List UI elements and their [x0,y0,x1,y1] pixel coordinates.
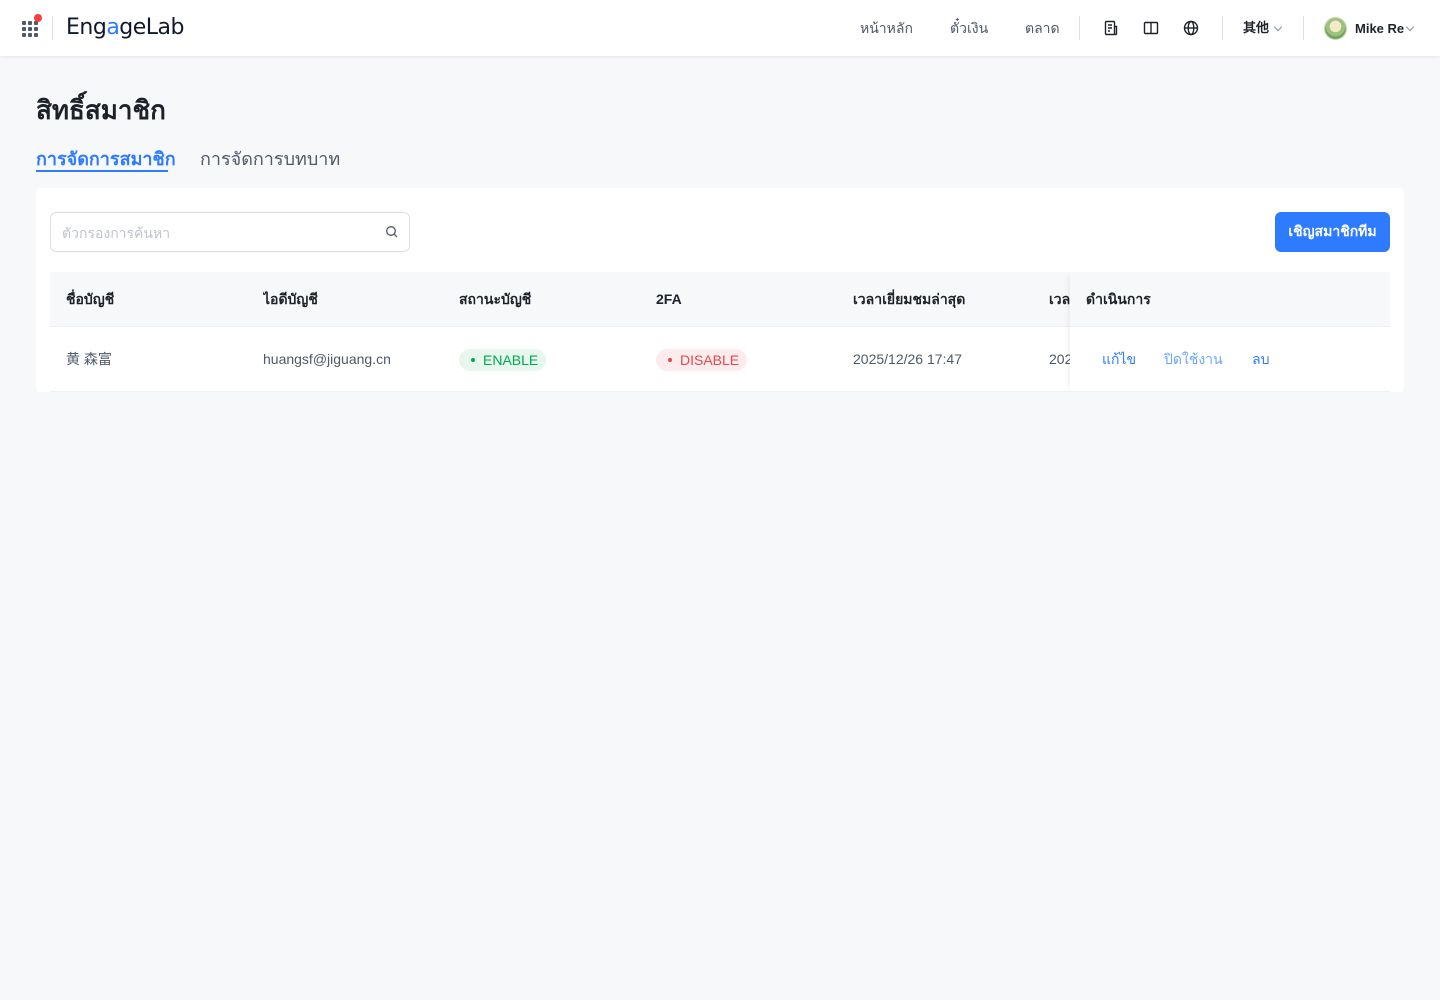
cell-account-id: huangsf@jiguang.cn [263,351,391,367]
members-card: เชิญสมาชิกทีม ชื่อบัญชี ไอดีบัญชี สถานะบ… [36,188,1404,392]
apps-grid-icon[interactable] [21,14,42,37]
engagelab-logo[interactable]: EngageLab [66,13,184,43]
search-input[interactable] [62,222,372,244]
page-title: สิทธิ์สมาชิก [36,95,166,125]
nav-link-billing[interactable]: ตั๋วเงิน [950,18,988,38]
members-table: ชื่อบัญชี ไอดีบัญชี สถานะบัญชี 2FA เวลาเ… [50,272,1390,392]
search-box [50,212,410,252]
nav-link-market[interactable]: ตลาด [1025,18,1060,38]
top-navbar: EngageLab หน้าหลัก ตั๋วเงิน ตลาด 其他 Mike… [0,0,1440,56]
column-header-last-visit: เวลาเยี่ยมชมล่าสุด [853,291,966,307]
invite-member-button[interactable]: เชิญสมาชิกทีม [1275,212,1390,252]
column-header-2fa: 2FA [656,291,682,307]
status-dot [471,358,475,363]
column-header-account-name: ชื่อบัญชี [66,291,115,307]
user-menu[interactable]: Mike Re [1324,16,1415,40]
chevron-down-icon [1405,22,1415,31]
nav-divider [52,16,53,40]
twofa-badge: DISABLE [656,349,748,372]
status-badge: ENABLE [459,349,547,372]
actions-cell: แก้ไข ปิดใช้งาน ลบ [1070,327,1390,392]
active-tab-indicator [36,170,168,172]
actions-column: ดำเนินการ แก้ไข ปิดใช้งาน ลบ [1070,272,1390,392]
document-icon[interactable] [1101,18,1121,38]
more-menu-label: 其他 [1243,20,1270,35]
delete-button[interactable]: ลบ [1252,327,1269,391]
chevron-down-icon [1273,22,1283,31]
tab-member-management[interactable]: การจัดการสมาชิก [36,145,176,173]
cell-last-visit: 2025/12/26 17:47 [853,351,962,367]
column-header-account-status: สถานะบัญชี [459,291,532,307]
status-badge-label: ENABLE [483,352,539,369]
nav-divider [1222,16,1223,40]
cell-2fa: DISABLE [656,327,748,391]
column-header-time: เวลา [1049,291,1070,307]
cell-account-name: 黄 森富 [66,351,112,367]
edit-button[interactable]: แก้ไข [1102,327,1136,391]
column-header-actions: ดำเนินการ [1086,291,1151,307]
nav-link-home[interactable]: หน้าหลัก [860,18,913,38]
apps-grid-dots [22,21,38,37]
avatar [1324,16,1347,40]
deactivate-button[interactable]: ปิดใช้งาน [1164,327,1223,391]
user-name: Mike Re [1355,20,1405,36]
column-header-account-id: ไอดีบัญชี [263,291,318,307]
twofa-dot [668,358,672,363]
twofa-badge-label: DISABLE [680,352,740,369]
globe-icon[interactable] [1181,18,1201,38]
more-menu[interactable]: 其他 [1243,18,1283,38]
search-icon[interactable] [385,225,399,239]
cell-account-status: ENABLE [459,327,547,391]
notification-dot [34,14,42,22]
nav-divider [1303,16,1304,40]
cell-time: 202 [1049,351,1070,367]
nav-divider [1079,16,1080,40]
tab-role-management[interactable]: การจัดการบทบาท [200,145,340,173]
actions-column-header: ดำเนินการ [1070,272,1390,327]
book-icon[interactable] [1141,18,1161,38]
